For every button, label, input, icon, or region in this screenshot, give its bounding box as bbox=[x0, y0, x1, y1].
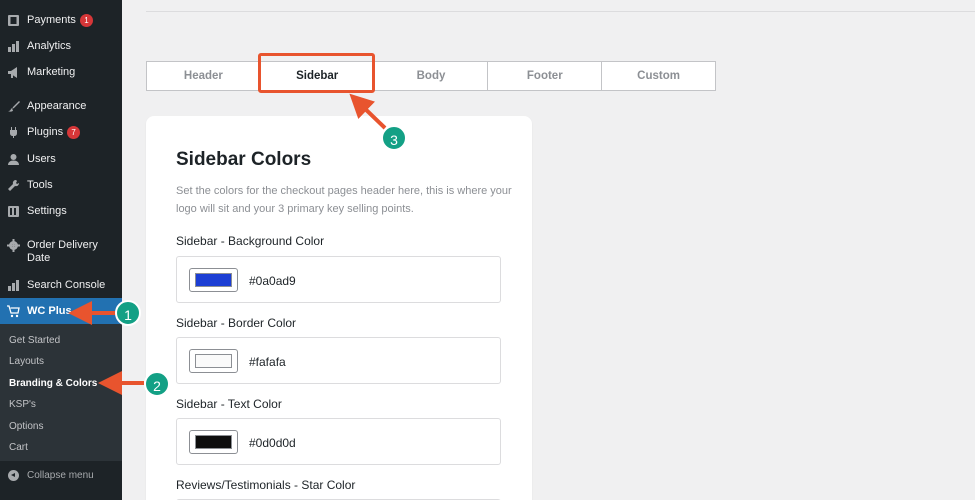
annotation-badge-1: 1 bbox=[115, 300, 141, 326]
annotation-badge-2: 2 bbox=[144, 371, 170, 397]
arrow-3 bbox=[349, 93, 387, 130]
annotation-arrows bbox=[68, 93, 387, 395]
annotation-badge-3: 3 bbox=[381, 125, 407, 151]
